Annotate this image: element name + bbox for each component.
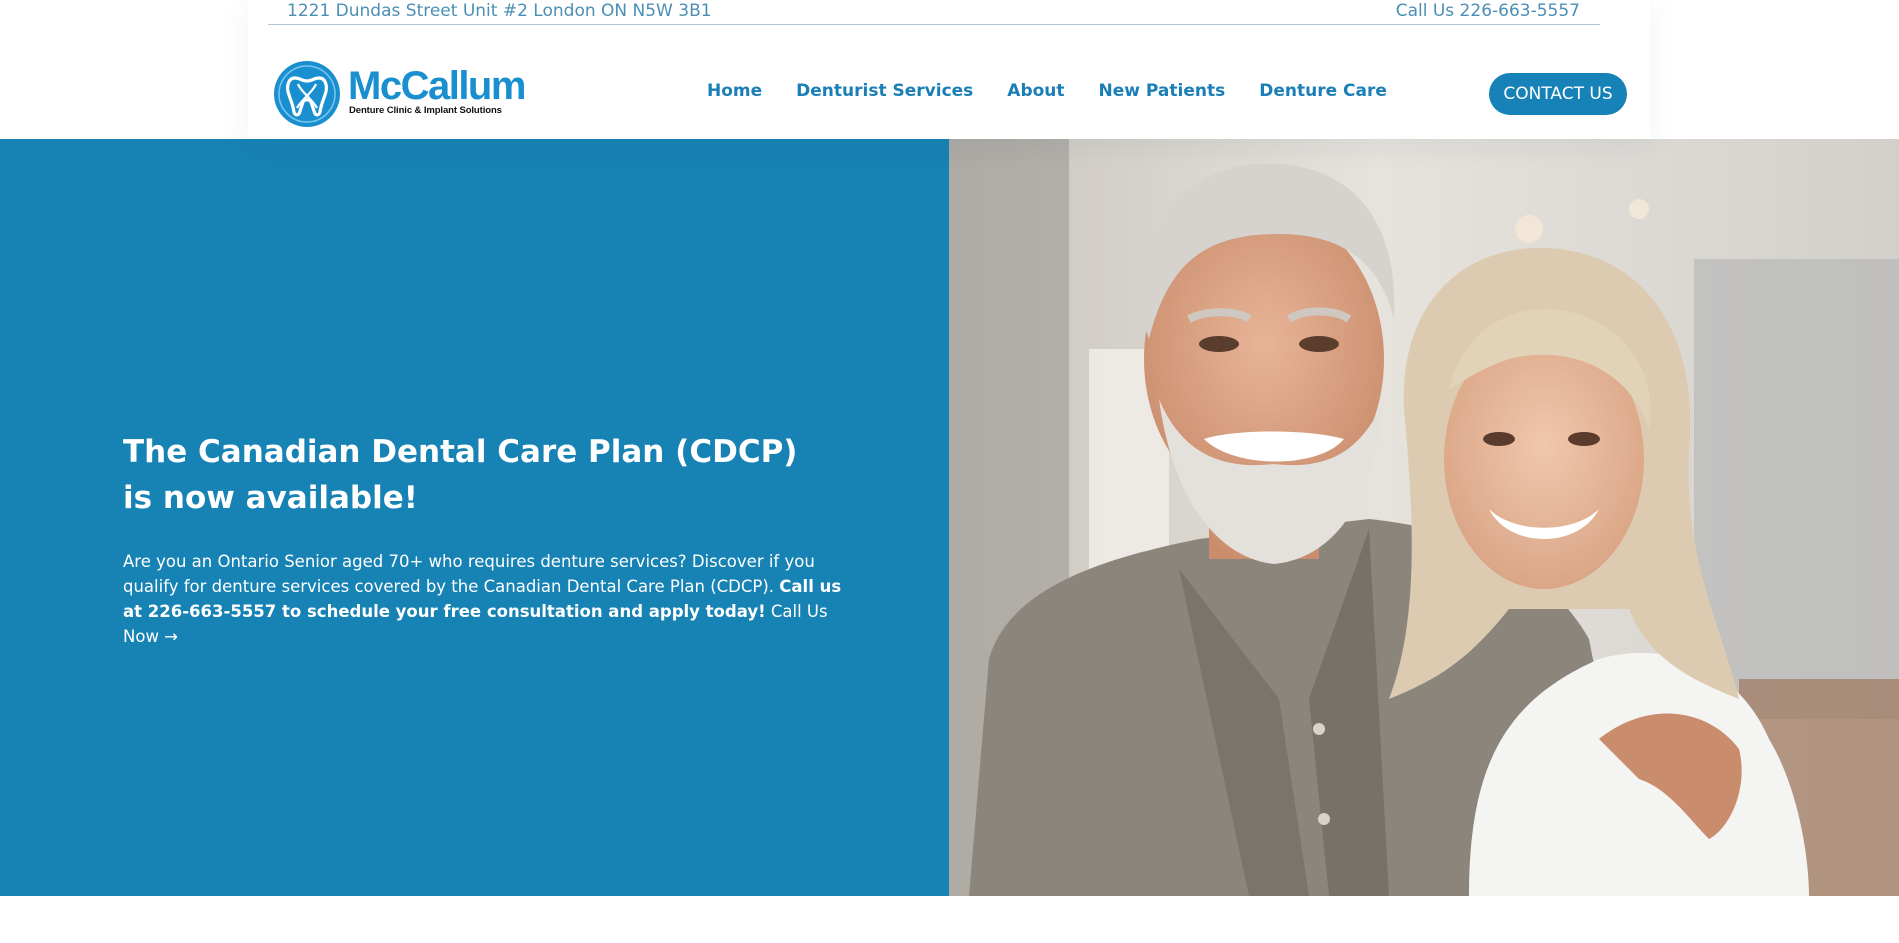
main-navigation: Home Denturist Services About New Patien… xyxy=(707,81,1387,101)
nav-denture-care[interactable]: Denture Care xyxy=(1259,81,1387,101)
senior-couple-photo xyxy=(949,139,1899,896)
top-info-bar: 1221 Dundas Street Unit #2 London ON N5W… xyxy=(268,0,1600,25)
call-us-phone-link[interactable]: Call Us 226-663-5557 xyxy=(1396,0,1580,22)
nav-about[interactable]: About xyxy=(1007,81,1064,101)
nav-new-patients[interactable]: New Patients xyxy=(1099,81,1226,101)
hero-title: The Canadian Dental Care Plan (CDCP) is … xyxy=(123,434,798,516)
contact-us-button[interactable]: CONTACT US xyxy=(1489,73,1627,115)
nav-denturist-services[interactable]: Denturist Services xyxy=(796,81,973,101)
hero-description: Are you an Ontario Senior aged 70+ who r… xyxy=(123,549,843,649)
tooth-icon xyxy=(274,61,340,127)
hero-section: The Canadian Dental Care Plan (CDCP) is … xyxy=(0,139,1899,896)
hero-photo-illustration xyxy=(949,139,1899,896)
site-logo[interactable]: McCallum Denture Clinic & Implant Soluti… xyxy=(273,60,526,128)
site-header: 1221 Dundas Street Unit #2 London ON N5W… xyxy=(248,0,1650,139)
hero-intro-text: Are you an Ontario Senior aged 70+ who r… xyxy=(123,552,815,596)
logo-tagline: Denture Clinic & Implant Solutions xyxy=(349,105,502,116)
logo-wordmark: McCallum xyxy=(348,64,526,108)
clinic-address: 1221 Dundas Street Unit #2 London ON N5W… xyxy=(287,1,712,21)
nav-home[interactable]: Home xyxy=(707,81,762,101)
hero-text-panel: The Canadian Dental Care Plan (CDCP) is … xyxy=(0,139,949,896)
